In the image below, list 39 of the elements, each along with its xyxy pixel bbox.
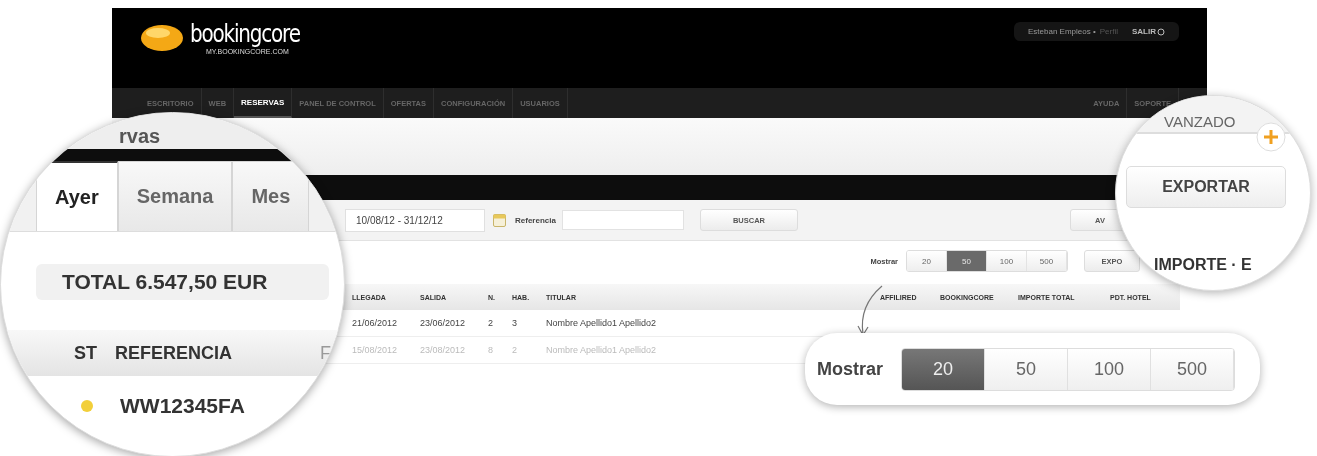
- table-cell-text: 8: [488, 345, 494, 355]
- page-size-button[interactable]: 50: [947, 251, 987, 271]
- page-size-button[interactable]: 20: [907, 251, 947, 271]
- page-size-button[interactable]: 500: [1151, 348, 1234, 390]
- table-cell-text: 2: [488, 318, 494, 328]
- plus-icon[interactable]: [1256, 122, 1286, 152]
- power-icon: [1157, 27, 1165, 36]
- column-header: REFERENCIA: [115, 342, 233, 364]
- date-range-field[interactable]: 10/08/12 - 31/12/12: [345, 208, 485, 232]
- page-title: rvas: [119, 124, 161, 149]
- column-header: IMPORTE · E: [1154, 256, 1252, 274]
- column-header: F: [320, 342, 332, 364]
- logo-text: bookingcore: [190, 20, 300, 48]
- table-cell-text: 2: [512, 345, 518, 355]
- period-tab[interactable]: Ayer: [36, 161, 118, 231]
- table-cell-text: 23/08/2012: [420, 345, 467, 355]
- page-size-button[interactable]: 500: [1027, 251, 1067, 271]
- page-size-button[interactable]: 50: [985, 348, 1068, 390]
- table-cell-text: Nombre Apellido1 Apellido2: [546, 318, 658, 328]
- page-size-button[interactable]: 100: [1068, 348, 1151, 390]
- reference-input[interactable]: [561, 210, 684, 230]
- page-size-button[interactable]: 20: [902, 348, 985, 390]
- logo-icon: [140, 22, 184, 53]
- column-header: ST: [74, 342, 97, 364]
- page-size-button[interactable]: 100: [987, 251, 1027, 271]
- table-cell-text: Nombre Apellido1 Apellido2: [546, 345, 658, 355]
- logout-link[interactable]: SALIR: [1132, 27, 1165, 36]
- table-cell-text: 23/06/2012: [420, 318, 467, 328]
- reference-cell: WW12345FA: [120, 394, 245, 418]
- table-cell-text: 15/08/2012: [352, 345, 399, 355]
- period-tab[interactable]: Mes: [232, 161, 310, 231]
- table-cell-text: 21/06/2012: [352, 318, 399, 328]
- reference-label: Referencia: [515, 215, 556, 225]
- period-tab[interactable]: Semana: [117, 161, 233, 231]
- total-amount: TOTAL 6.547,50 EUR: [36, 264, 329, 300]
- user-name: Esteban Empleos •: [1028, 27, 1096, 36]
- calendar-icon[interactable]: [493, 213, 506, 227]
- export-button[interactable]: EXPORTAR: [1126, 166, 1286, 208]
- table-cell-text: 3: [512, 318, 518, 328]
